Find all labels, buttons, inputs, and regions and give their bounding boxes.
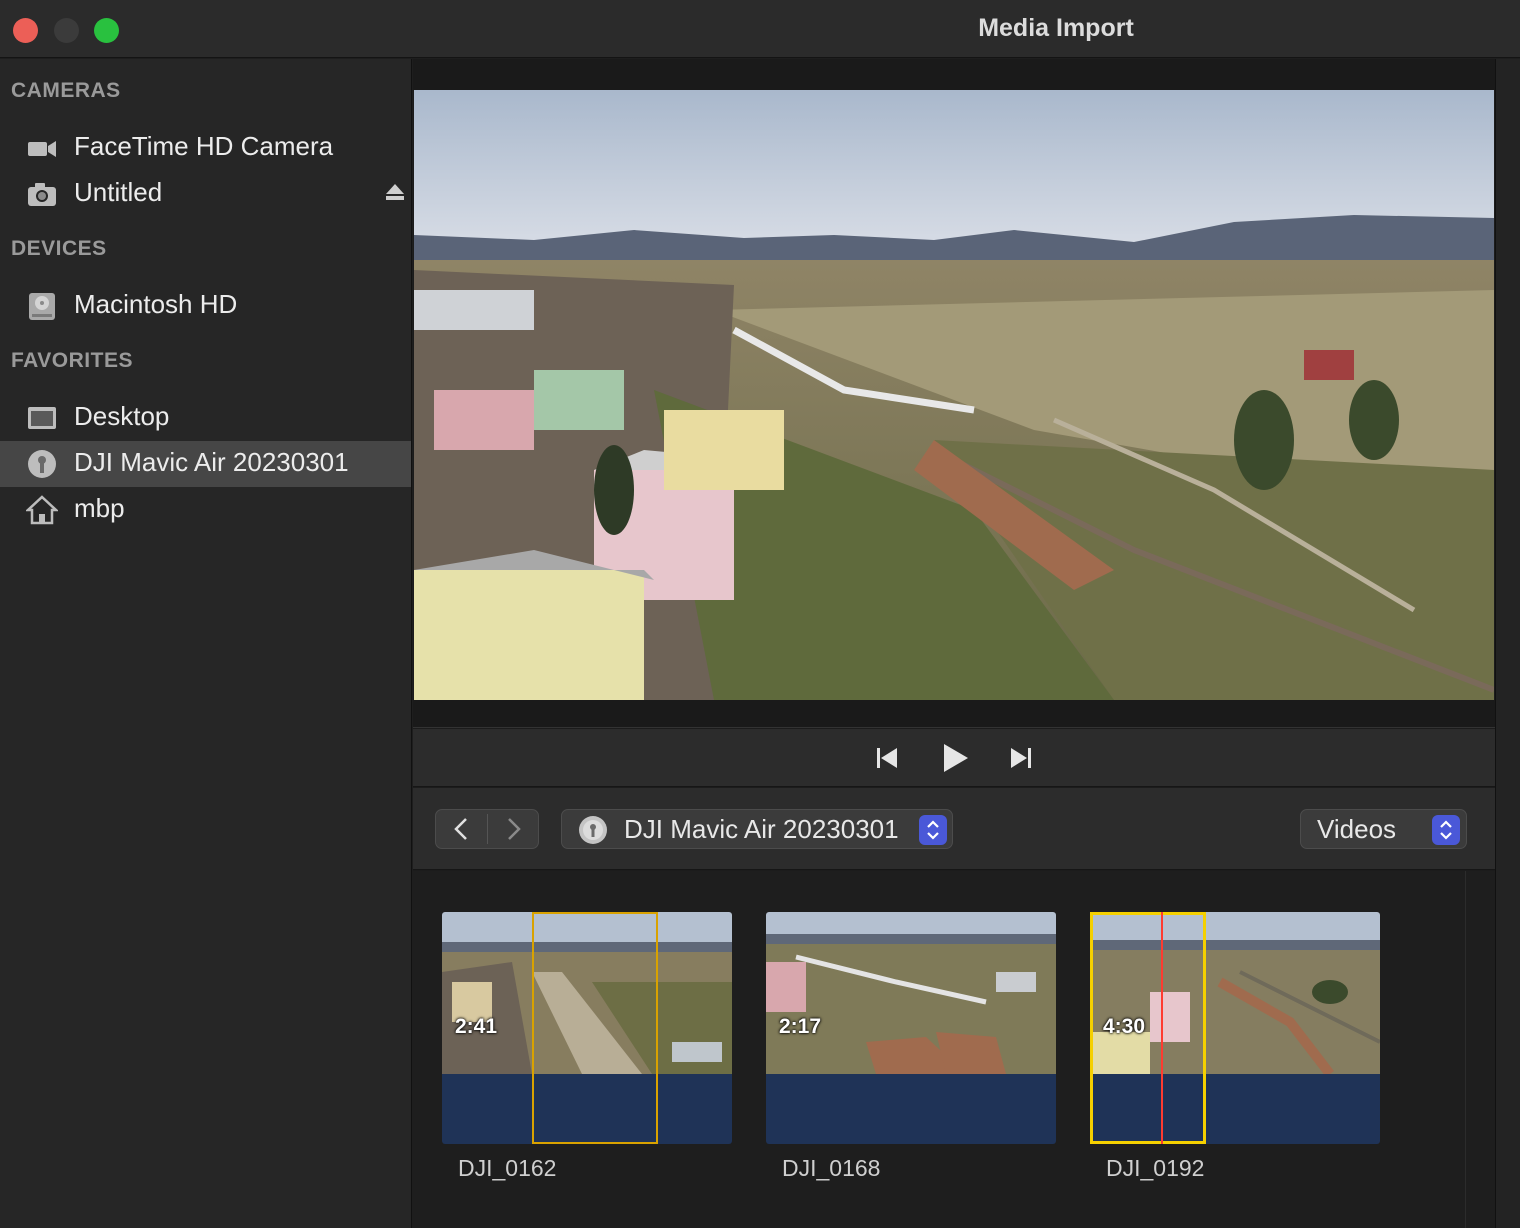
chevron-up-down-icon — [1432, 815, 1460, 845]
chevron-up-down-icon — [919, 815, 947, 845]
section-header-cameras: CAMERAS — [11, 79, 121, 102]
source-popup[interactable]: DJI Mavic Air 20230301 — [561, 809, 953, 849]
filter-popup-label: Videos — [1317, 814, 1397, 844]
browser-toolbar: DJI Mavic Air 20230301 Videos — [413, 788, 1495, 870]
transport-controls — [413, 729, 1495, 787]
clip-duration: 2:41 — [455, 1015, 498, 1038]
right-scroll-strip — [1495, 59, 1520, 1228]
sidebar-item-label: Desktop — [74, 401, 170, 431]
playhead[interactable] — [1161, 912, 1163, 1144]
clip-thumbnail — [766, 912, 1056, 1074]
viewer-top-bar — [413, 59, 1495, 90]
browser-scroll-strip — [1465, 871, 1495, 1228]
sidebar-item-desktop[interactable]: Desktop — [0, 395, 411, 441]
clip-duration: 2:17 — [779, 1015, 822, 1038]
sidebar-item-macintosh-hd[interactable]: Macintosh HD — [0, 283, 411, 329]
sidebar: CAMERAS FaceTime HD Camera Untitled DEVI… — [0, 59, 412, 1228]
clip-item[interactable]: 4:30 DJI_0192 — [1090, 912, 1380, 1181]
selection-range-active[interactable] — [1090, 912, 1206, 1144]
clip-name: DJI_0192 — [1106, 1155, 1205, 1181]
clip-filmstrip-bar — [766, 1074, 1056, 1144]
skip-back-icon[interactable] — [869, 742, 903, 774]
clip-name: DJI_0168 — [782, 1155, 881, 1181]
clip-browser: 2:41 DJI_0162 2:17 DJI_0168 4:30 DJI_019… — [413, 871, 1465, 1228]
forward-icon[interactable] — [488, 810, 539, 848]
clip-name: DJI_0162 — [458, 1155, 557, 1181]
hard-drive-icon — [29, 293, 55, 320]
disk-image-icon — [28, 450, 56, 478]
eject-icon[interactable] — [385, 182, 405, 202]
back-icon[interactable] — [436, 810, 487, 848]
video-preview[interactable] — [414, 90, 1494, 700]
camera-icon — [28, 183, 56, 206]
filter-popup[interactable]: Videos — [1300, 809, 1467, 849]
sidebar-item-label: FaceTime HD Camera — [74, 131, 334, 161]
selection-range[interactable] — [532, 912, 658, 1144]
sidebar-item-label: Untitled — [74, 177, 163, 207]
window-title: Media Import — [978, 14, 1134, 42]
clip-item[interactable]: 2:41 DJI_0162 — [442, 912, 732, 1181]
desktop-icon — [28, 407, 56, 429]
sidebar-item-label: Macintosh HD — [74, 289, 238, 319]
main-area: DJI Mavic Air 20230301 Videos 2:41 DJI_0… — [413, 59, 1520, 1228]
home-icon — [26, 495, 58, 525]
video-camera-icon — [28, 141, 56, 157]
disk-image-icon — [579, 816, 607, 844]
back-forward-control — [435, 809, 539, 849]
clip-item[interactable]: 2:17 DJI_0168 — [766, 912, 1056, 1181]
sidebar-item-untitled-camera[interactable]: Untitled — [0, 171, 411, 217]
play-icon[interactable] — [937, 742, 971, 774]
sidebar-item-label: DJI Mavic Air 20230301 — [74, 447, 349, 477]
viewer-bottom-bar — [413, 700, 1495, 728]
sidebar-item-dji-mavic-air[interactable]: DJI Mavic Air 20230301 — [0, 441, 411, 487]
source-popup-label: DJI Mavic Air 20230301 — [624, 814, 899, 844]
section-header-favorites: FAVORITES — [11, 349, 133, 372]
sidebar-item-mbp[interactable]: mbp — [0, 487, 411, 533]
title-bar: Media Import — [0, 0, 1520, 58]
skip-forward-icon[interactable] — [1005, 742, 1039, 774]
sidebar-item-label: mbp — [74, 493, 125, 523]
sidebar-item-facetime-camera[interactable]: FaceTime HD Camera — [0, 125, 411, 171]
aerial-landscape-image — [414, 90, 1494, 700]
section-header-devices: DEVICES — [11, 237, 107, 260]
